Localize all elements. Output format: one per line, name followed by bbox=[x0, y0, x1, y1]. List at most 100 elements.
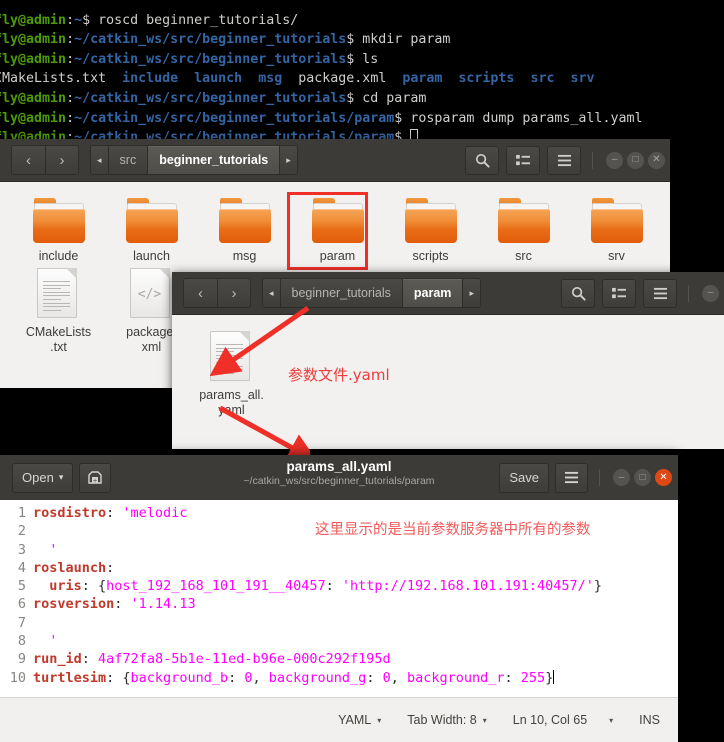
gedit-statusbar: YAML ▾ Tab Width: 8 ▾ Ln 10, Col 65 ▾ IN… bbox=[0, 697, 678, 742]
annotation-editor-note: 这里显示的是当前参数服务器中所有的参数 bbox=[315, 522, 591, 538]
file-item[interactable]: msg bbox=[198, 194, 291, 264]
breadcrumb-scroll-left[interactable]: ◂ bbox=[263, 279, 280, 307]
breadcrumb-scroll-left[interactable]: ◂ bbox=[91, 146, 108, 174]
list-view-icon[interactable] bbox=[602, 278, 636, 308]
window-controls-2: – bbox=[688, 284, 719, 302]
file-manager-window-param[interactable]: ‹ › ◂ beginner_tutorials param ▸ – param… bbox=[172, 272, 724, 449]
line-number: 1 bbox=[17, 505, 26, 521]
line-number: 2 bbox=[17, 523, 26, 540]
back-button[interactable]: ‹ bbox=[184, 279, 217, 307]
hamburger-menu-icon[interactable] bbox=[643, 278, 677, 308]
breadcrumb-scroll-right[interactable]: ▸ bbox=[279, 146, 297, 174]
search-icon[interactable] bbox=[465, 145, 499, 175]
back-button[interactable]: ‹ bbox=[12, 146, 45, 174]
close-button[interactable]: ✕ bbox=[655, 469, 672, 486]
line-number: 10 bbox=[9, 669, 26, 686]
breadcrumb: ◂ src beginner_tutorials ▸ bbox=[90, 145, 298, 175]
param-highlight-box bbox=[287, 192, 368, 270]
folder-icon bbox=[31, 198, 87, 244]
file-item[interactable]: params_all. yaml bbox=[184, 327, 279, 418]
folder-icon bbox=[124, 198, 180, 244]
file-item[interactable]: scripts bbox=[384, 194, 477, 264]
open-label: Open bbox=[22, 470, 54, 485]
window-controls-gedit: – □ ✕ bbox=[599, 469, 672, 486]
terminal-line: fly@admin:~/catkin_ws/src/beginner_tutor… bbox=[0, 128, 724, 139]
file-item[interactable]: src bbox=[477, 194, 570, 264]
gedit-text-area[interactable]: 1 rosdistro: 'melodic 2 3 ' 4 roslaunch: 5 uri… bbox=[0, 500, 678, 697]
forward-button[interactable]: › bbox=[45, 146, 78, 174]
breadcrumb-2: ◂ beginner_tutorials param ▸ bbox=[262, 278, 481, 308]
code-line: 8 ' bbox=[0, 632, 678, 650]
nav-buttons-group: ‹ › bbox=[11, 145, 79, 175]
save-button[interactable]: Save bbox=[499, 462, 549, 493]
file-item[interactable]: include bbox=[12, 194, 105, 264]
file-item-label: package. xml bbox=[126, 325, 177, 354]
tab-width-label: Tab Width: 8 bbox=[407, 713, 477, 727]
chevron-down-icon: ▾ bbox=[482, 715, 487, 725]
file-item-label: CMakeLists .txt bbox=[25, 325, 92, 354]
breadcrumb-scroll-right[interactable]: ▸ bbox=[462, 279, 480, 307]
maximize-button[interactable]: □ bbox=[627, 151, 644, 169]
breadcrumb-item-beginner-tutorials[interactable]: beginner_tutorials bbox=[147, 146, 280, 174]
gedit-header-right: Save – □ ✕ bbox=[493, 462, 672, 493]
terminal-line: fly@admin:~/catkin_ws/src/beginner_tutor… bbox=[0, 90, 427, 106]
code-line: 9 run_id: 4af72fa8-5b1e-11ed-b96e-000c292… bbox=[0, 650, 678, 668]
terminal-output: fly@admin:~$ roscd beginner_tutorials/fl… bbox=[0, 0, 724, 139]
breadcrumb-item-src[interactable]: src bbox=[107, 146, 148, 174]
insert-mode-label: INS bbox=[639, 713, 660, 727]
terminal-line: CMakeLists.txt include launch msg packag… bbox=[0, 71, 595, 87]
code-line: 3 ' bbox=[0, 541, 678, 559]
file-item-label: include bbox=[38, 249, 79, 263]
file-item-label: srv bbox=[608, 249, 625, 263]
terminal-line: fly@admin:~/catkin_ws/src/beginner_tutor… bbox=[0, 110, 643, 126]
desktop-background-bottom-right bbox=[678, 455, 724, 742]
line-number: 8 bbox=[17, 633, 26, 650]
forward-button[interactable]: › bbox=[217, 279, 250, 307]
breadcrumb-item-beginner-tutorials[interactable]: beginner_tutorials bbox=[279, 279, 402, 307]
text-file-icon bbox=[36, 268, 81, 320]
language-label: YAML bbox=[338, 713, 372, 727]
terminal-line: fly@admin:~/catkin_ws/src/beginner_tutor… bbox=[0, 32, 451, 48]
file-item-label: src bbox=[515, 249, 532, 263]
minimize-button[interactable]: – bbox=[702, 284, 719, 302]
gedit-window[interactable]: Open ▾ + params_all.yaml ~/catkin_ws/src… bbox=[0, 455, 678, 742]
list-view-icon[interactable] bbox=[506, 145, 540, 175]
file-item-label: params_all. yaml bbox=[199, 388, 264, 417]
terminal-window[interactable]: fly@admin:~$ roscd beginner_tutorials/fl… bbox=[0, 0, 724, 139]
svg-text:+: + bbox=[93, 477, 98, 484]
file-manager-1-toolbar: ‹ › ◂ src beginner_tutorials ▸ – □ ✕ bbox=[0, 139, 670, 182]
code-line: 6 rosversion: '1.14.13 bbox=[0, 595, 678, 613]
chevron-down-icon: ▾ bbox=[58, 472, 64, 482]
close-button[interactable]: ✕ bbox=[648, 151, 665, 169]
file-manager-2-content[interactable]: params_all. yaml bbox=[172, 315, 724, 449]
code-line: 4 roslaunch: bbox=[0, 559, 678, 577]
code-line: 7 bbox=[0, 614, 678, 632]
file-item[interactable]: CMakeLists .txt bbox=[12, 264, 105, 355]
maximize-button[interactable]: □ bbox=[634, 469, 651, 486]
file-item[interactable]: srv bbox=[570, 194, 663, 264]
tab-width-selector[interactable]: Tab Width: 8 ▾ bbox=[407, 713, 487, 727]
hamburger-menu-icon[interactable] bbox=[547, 145, 581, 175]
line-number: 5 bbox=[17, 578, 26, 595]
language-selector[interactable]: YAML ▾ bbox=[338, 713, 381, 727]
folder-icon bbox=[217, 198, 273, 244]
search-icon[interactable] bbox=[561, 278, 595, 308]
icon-grid-2: params_all. yaml bbox=[172, 327, 724, 418]
breadcrumb-item-param[interactable]: param bbox=[401, 279, 463, 307]
annotation-yaml-file: 参数文件.yaml bbox=[288, 366, 390, 384]
open-button[interactable]: Open ▾ bbox=[12, 462, 74, 493]
file-item[interactable]: launch bbox=[105, 194, 198, 264]
gedit-headerbar: Open ▾ + params_all.yaml ~/catkin_ws/src… bbox=[0, 455, 678, 500]
cursor-position[interactable]: Ln 10, Col 65 ▾ bbox=[513, 713, 613, 727]
minimize-button[interactable]: – bbox=[606, 151, 623, 169]
folder-icon bbox=[496, 198, 552, 244]
screen: fly@admin:~$ roscd beginner_tutorials/fl… bbox=[0, 0, 724, 742]
save-as-icon[interactable]: + bbox=[79, 462, 112, 493]
chevron-down-icon: ▾ bbox=[377, 715, 382, 725]
cursor-position-label: Ln 10, Col 65 bbox=[512, 713, 588, 727]
line-number: 9 bbox=[17, 651, 26, 668]
code-line: 10 turtlesim: {background_b: 0, backgroun… bbox=[0, 669, 678, 687]
hamburger-menu-icon[interactable] bbox=[555, 462, 588, 493]
file-manager-2-toolbar: ‹ › ◂ beginner_tutorials param ▸ – bbox=[172, 272, 724, 315]
minimize-button[interactable]: – bbox=[613, 469, 630, 486]
